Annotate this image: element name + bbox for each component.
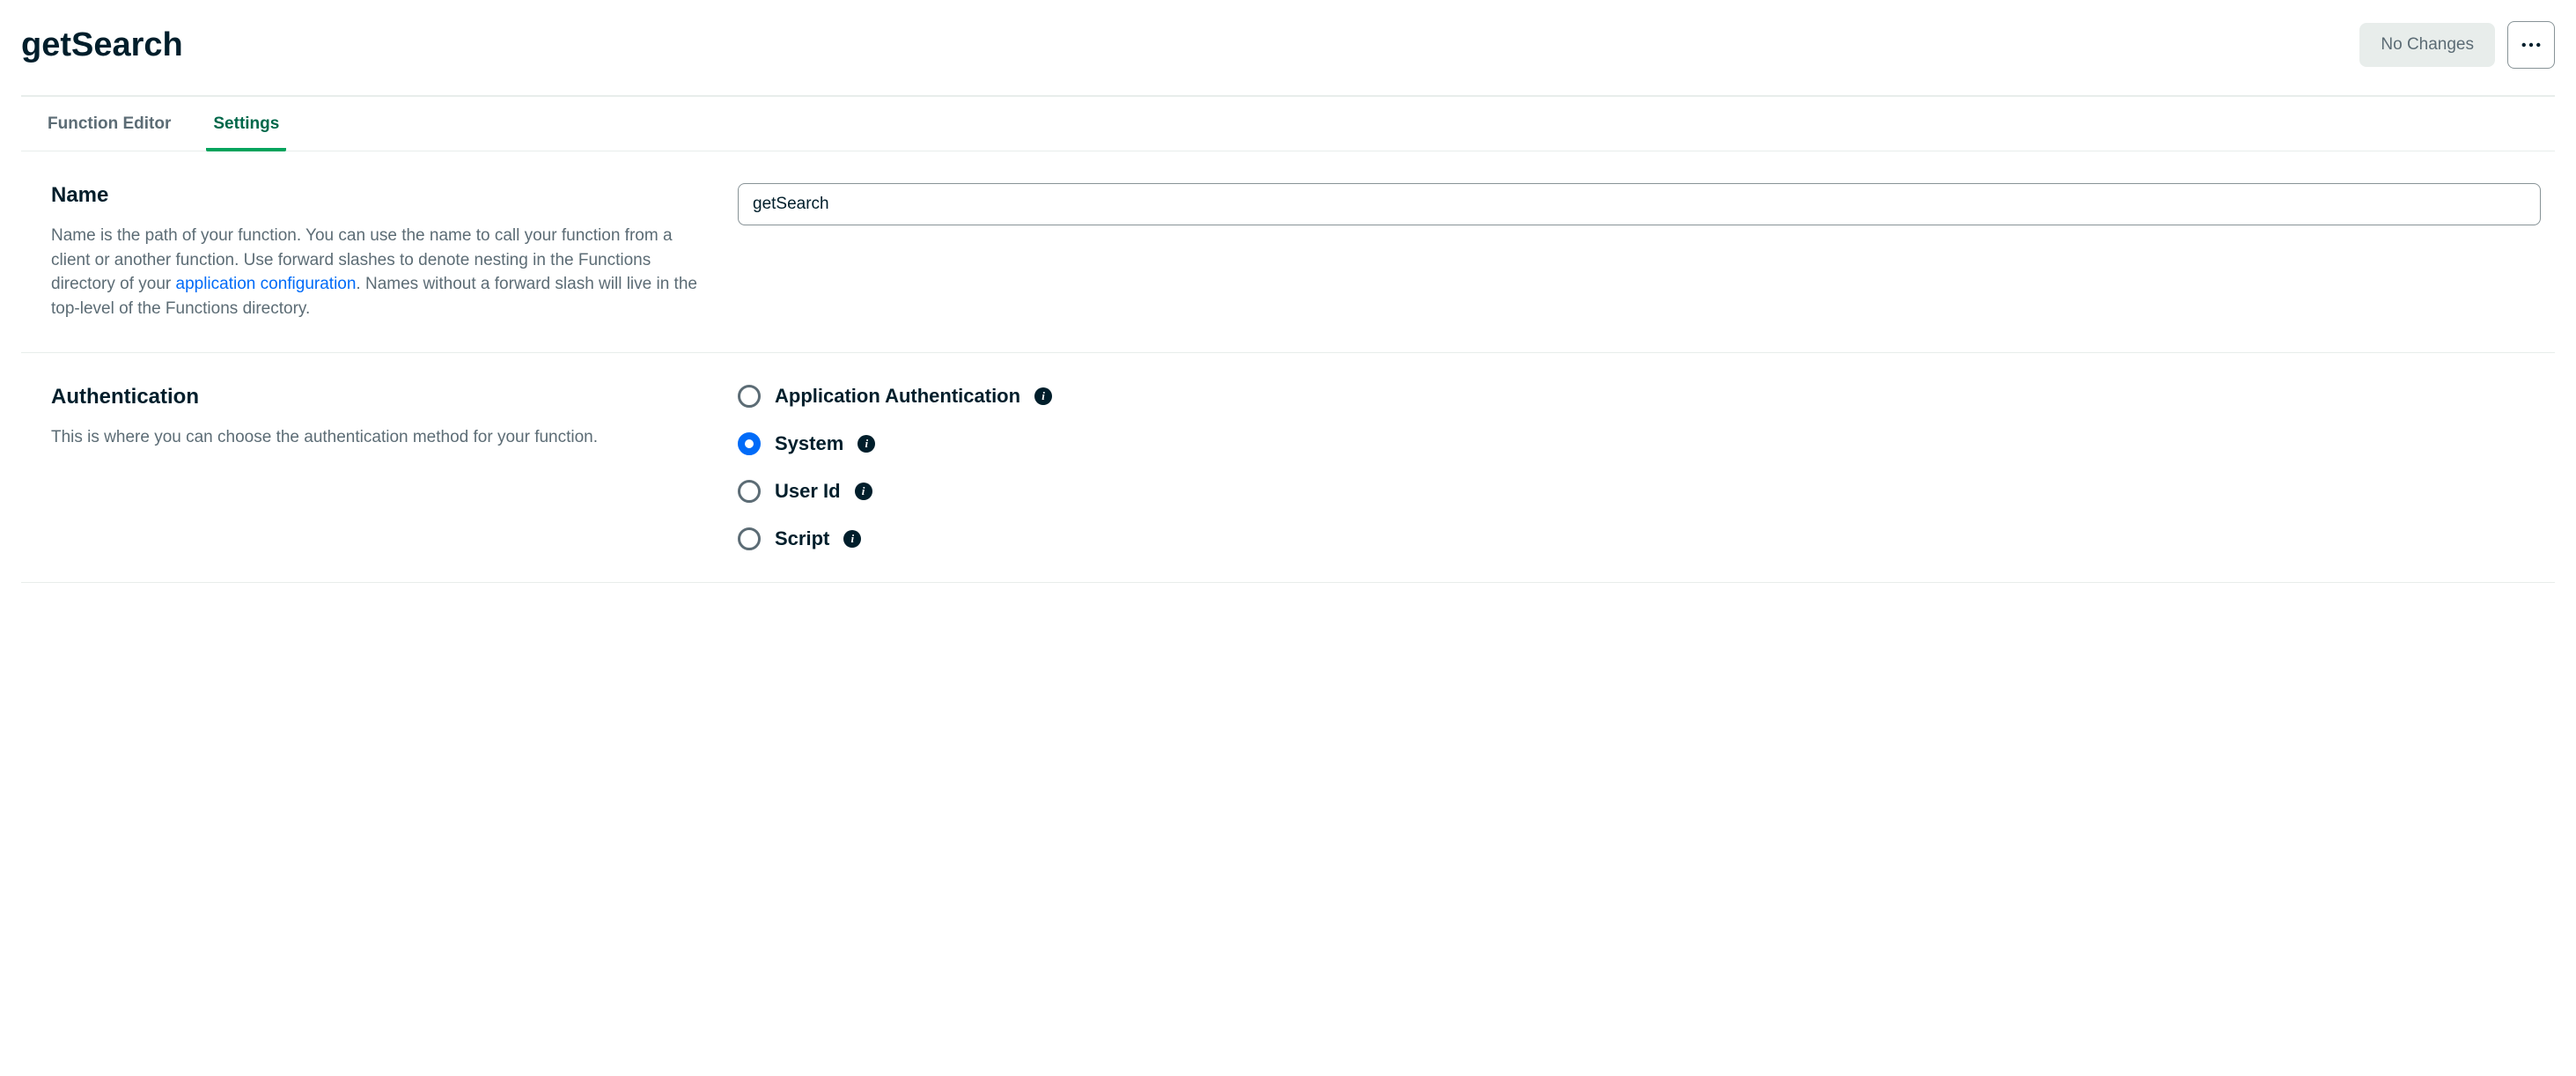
auth-option-system[interactable]: System i [738,432,2541,455]
radio-icon [738,385,761,408]
info-icon[interactable]: i [843,530,861,548]
info-icon[interactable]: i [857,435,875,453]
page-title: getSearch [21,26,183,64]
auth-option-user-id[interactable]: User Id i [738,480,2541,503]
info-icon[interactable]: i [855,483,872,500]
radio-label: System [775,432,843,455]
radio-label: User Id [775,480,841,503]
authentication-section: Authentication This is where you can cho… [21,353,2555,583]
tab-settings[interactable]: Settings [206,97,286,151]
header-actions: No Changes [2359,21,2555,69]
auth-option-application-authentication[interactable]: Application Authentication i [738,385,2541,408]
authentication-description: This is where you can choose the authent… [51,425,703,450]
radio-icon [738,480,761,503]
name-input[interactable] [738,183,2541,225]
application-configuration-link[interactable]: application configuration [176,275,357,293]
radio-label: Application Authentication [775,385,1020,408]
tab-function-editor[interactable]: Function Editor [40,97,178,151]
ellipsis-icon [2521,35,2541,55]
authentication-heading: Authentication [51,385,703,409]
authentication-radio-group: Application Authentication i System i Us… [738,385,2541,550]
radio-label: Script [775,527,829,550]
radio-icon [738,432,761,455]
more-actions-button[interactable] [2507,21,2555,69]
tabs: Function Editor Settings [21,97,2555,151]
auth-option-script[interactable]: Script i [738,527,2541,550]
no-changes-button[interactable]: No Changes [2359,23,2495,67]
name-heading: Name [51,183,703,208]
info-icon[interactable]: i [1034,387,1052,405]
page-header: getSearch No Changes [21,21,2555,97]
name-description: Name is the path of your function. You c… [51,224,703,321]
radio-icon [738,527,761,550]
name-section: Name Name is the path of your function. … [21,151,2555,353]
